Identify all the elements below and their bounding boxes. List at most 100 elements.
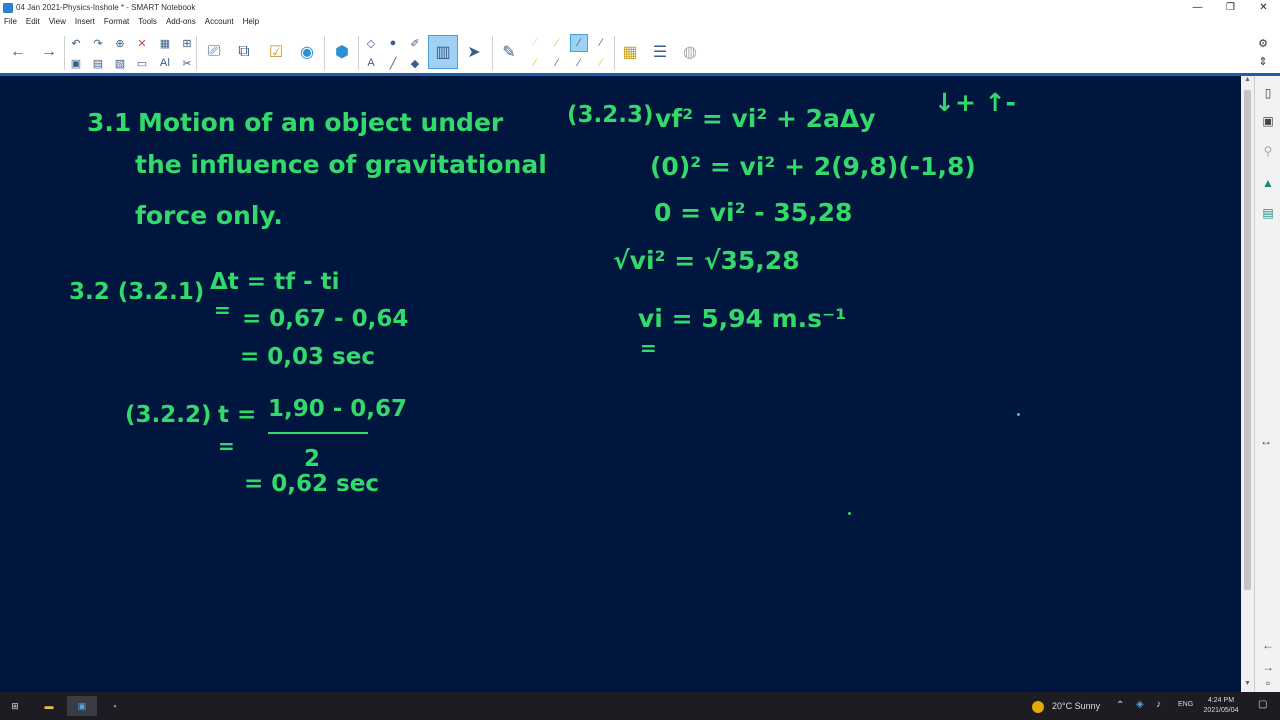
menu-tools[interactable]: Tools (138, 17, 157, 26)
weather-text[interactable]: 20°C Sunny (1052, 701, 1100, 711)
pen-style-8-icon[interactable]: ⁄ (592, 54, 610, 72)
toolbar-position-icon[interactable]: ⇕ (1254, 52, 1272, 70)
magic-pen-icon[interactable]: ✐ (406, 34, 424, 52)
text-tool-icon[interactable]: A (362, 54, 380, 72)
tray-app-icon[interactable]: ◈ (1136, 699, 1144, 710)
add-page-icon[interactable]: ⊕ (111, 34, 129, 52)
menu-addons[interactable]: Add-ons (166, 17, 196, 26)
previous-page-icon[interactable]: ← (1259, 636, 1277, 654)
table-icon[interactable]: ▦ (156, 34, 174, 52)
pen-style-3-icon[interactable]: ⁄ (570, 34, 588, 52)
toolbar: ← → ↶ ↷ ⊕ ✕ ▦ ▣ ▤ ▧ ▭ Aǀ ✂ ⊞ ⎚ ⧉ ☑ ◉ ⬢ ◇… (0, 28, 1280, 76)
smart-notebook-icon (3, 2, 13, 13)
pen-style-7-icon[interactable]: ⁄ (570, 54, 588, 72)
menu-format[interactable]: Format (104, 17, 129, 26)
speaker-icon[interactable]: ♪ (1156, 699, 1161, 710)
restore-button[interactable]: ❐ (1214, 0, 1247, 15)
title-bar: 04 Jan 2021-Physics-Inshole * - SMART No… (0, 0, 1280, 15)
minimize-button[interactable]: — (1181, 0, 1214, 15)
lesson-builder-icon[interactable]: ⬢ (328, 38, 356, 66)
menu-account[interactable]: Account (205, 17, 234, 26)
q322-numerator: 1,90 - 0,67 (268, 396, 408, 422)
pen-style-5-icon[interactable]: ⁄ (526, 54, 544, 72)
open-file-icon[interactable]: ▣ (67, 54, 85, 72)
shapes-icon[interactable]: ◇ (362, 34, 380, 52)
measurement-tools-icon[interactable]: ▥ (428, 35, 458, 69)
scroll-down-icon[interactable]: ▼ (1241, 680, 1254, 692)
gallery-icon[interactable]: ▣ (1259, 112, 1277, 130)
back-arrow-icon[interactable]: ← (4, 38, 32, 66)
heading-line-1: Motion of an object under (138, 108, 504, 137)
menu-insert[interactable]: Insert (75, 17, 95, 26)
line-style-icon[interactable]: ☰ (646, 38, 674, 66)
q323-eq-5: vi = 5,94 m.s⁻¹ (638, 304, 847, 333)
vertical-scrollbar[interactable]: ▲ ▼ (1241, 76, 1254, 692)
response-icon[interactable]: ◉ (293, 38, 321, 66)
pen-icon[interactable]: ✎ (495, 38, 523, 66)
resize-grip-icon[interactable]: ▫ (1259, 676, 1277, 690)
q321-line-3: = 0,03 sec (240, 344, 375, 370)
q323-eq-2: (0)² = vi² + 2(9,8)(-1,8) (650, 152, 976, 181)
save-icon[interactable]: ▧ (111, 54, 129, 72)
tray-chevron-icon[interactable]: ⌃ (1116, 700, 1124, 711)
screen-shade-icon[interactable]: ▭ (133, 54, 151, 72)
notebook-canvas[interactable]: 3.1 Motion of an object under the influe… (0, 76, 1241, 692)
taskbar-app-icon[interactable]: ▪ (100, 696, 130, 716)
q322-underline: = (218, 434, 235, 458)
menu-edit[interactable]: Edit (26, 17, 40, 26)
question-3-2-label: 3.2 (3.2.1) (69, 279, 205, 305)
q321-underline: = (214, 298, 231, 322)
pen-style-6-icon[interactable]: ⁄ (548, 54, 566, 72)
menu-file[interactable]: File (4, 17, 17, 26)
eraser-icon[interactable]: ◆ (406, 54, 424, 72)
addons-panel-icon[interactable]: ▤ (1259, 204, 1277, 222)
forward-arrow-icon[interactable]: → (35, 38, 63, 66)
scroll-thumb[interactable] (1244, 90, 1251, 590)
properties-panel-icon[interactable]: ▲ (1259, 174, 1277, 192)
file-explorer-icon[interactable]: ▬ (34, 696, 64, 716)
redo-icon[interactable]: ↷ (89, 34, 107, 52)
spell-check-icon[interactable]: Aǀ (156, 54, 174, 72)
ink-dot (1017, 413, 1020, 416)
separator (64, 36, 65, 70)
collapse-panel-icon[interactable]: ↔ (1257, 432, 1275, 450)
language-indicator[interactable]: ENG (1178, 701, 1193, 708)
undo-icon[interactable]: ↶ (67, 34, 85, 52)
paste-icon[interactable]: ▤ (89, 54, 107, 72)
lesson-activity-icon[interactable]: ☑ (262, 38, 290, 66)
close-button[interactable]: ✕ (1247, 0, 1280, 15)
notifications-icon[interactable]: ▢ (1258, 699, 1267, 710)
heading-line-2: the influence of gravitational (135, 150, 547, 179)
settings-icon[interactable]: ⚙ (1254, 34, 1272, 52)
screen-capture-icon[interactable]: ⧉ (230, 38, 258, 66)
smart-notebook-taskbar-icon[interactable]: ▣ (67, 696, 97, 716)
color-palette-icon[interactable]: ▦ (616, 38, 644, 66)
direction-convention: ↓+ ↑- (934, 88, 1016, 117)
attachments-icon[interactable]: ⚲ (1259, 142, 1277, 160)
properties-icon[interactable]: ◍ (676, 38, 704, 66)
line-tool-icon[interactable]: ╱ (384, 54, 402, 72)
separator (324, 36, 325, 70)
page-sorter-icon[interactable]: ▯ (1259, 84, 1277, 102)
select-icon[interactable]: ➤ (460, 38, 488, 66)
menu-view[interactable]: View (49, 17, 66, 26)
window-title: 04 Jan 2021-Physics-Inshole * - SMART No… (16, 3, 196, 12)
fill-icon[interactable]: ● (384, 34, 402, 52)
start-icon[interactable]: ⊞ (0, 696, 30, 716)
delete-icon[interactable]: ✕ (133, 34, 151, 52)
document-camera-icon[interactable]: ⎚ (200, 38, 228, 66)
separator (492, 36, 493, 70)
table-properties-icon[interactable]: ⊞ (178, 34, 196, 52)
pen-style-4-icon[interactable]: ⁄ (592, 34, 610, 52)
pen-style-2-icon[interactable]: ⁄ (548, 34, 566, 52)
menu-help[interactable]: Help (243, 17, 259, 26)
clock[interactable]: 4:24 PM 2021/05/04 (1196, 696, 1246, 716)
cut-icon[interactable]: ✂ (178, 54, 196, 72)
q321-line-2: = 0,67 - 0,64 (242, 306, 409, 332)
fraction-bar (268, 432, 368, 434)
weather-sun-icon (1032, 701, 1044, 713)
scroll-up-icon[interactable]: ▲ (1241, 76, 1254, 88)
pen-style-1-icon[interactable]: ⁄ (526, 34, 544, 52)
next-page-icon[interactable]: → (1259, 658, 1277, 676)
q323-label: (3.2.3) (567, 102, 654, 128)
